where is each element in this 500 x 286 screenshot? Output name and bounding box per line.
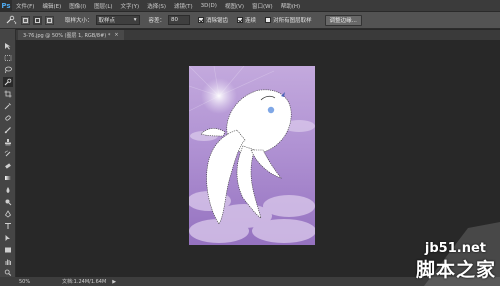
clone-stamp-icon[interactable] <box>3 137 13 147</box>
marquee-icon[interactable] <box>3 53 13 63</box>
zoom-icon[interactable] <box>3 269 13 276</box>
antialias-checkbox[interactable]: 消除锯齿 <box>198 16 228 24</box>
blur-icon[interactable] <box>3 185 13 195</box>
sample-size-value: 取样点 <box>98 18 116 24</box>
close-icon[interactable]: × <box>114 32 118 38</box>
photoshop-logo: Ps <box>0 0 12 12</box>
eraser-icon[interactable] <box>3 161 13 171</box>
document-tab[interactable]: 3-76.jpg @ 50% (图层 1, RGB/8#) * × <box>18 30 124 40</box>
menu-select[interactable]: 选择(S) <box>143 2 170 10</box>
quick-selection-icon <box>6 15 17 25</box>
brush-icon[interactable] <box>3 125 13 135</box>
checkbox-checked-icon <box>198 17 205 23</box>
quick-selection-icon[interactable] <box>3 77 13 87</box>
tool-preset-picker[interactable] <box>4 15 18 26</box>
menu-help[interactable]: 帮助(H) <box>277 2 304 10</box>
crop-icon[interactable] <box>3 89 13 99</box>
path-selection-icon[interactable] <box>3 233 13 243</box>
menu-layer[interactable]: 图层(L) <box>90 2 116 10</box>
antialias-label: 消除锯齿 <box>206 18 229 24</box>
watermark-name: 脚本之家 <box>415 259 496 281</box>
zoom-level[interactable]: 50% <box>0 279 60 285</box>
tolerance-input[interactable]: 80 <box>168 15 191 25</box>
document-tab-title: 3-76.jpg @ 50% (图层 1, RGB/8#) * <box>23 32 111 39</box>
hand-icon[interactable] <box>3 257 13 267</box>
subtract-from-selection-button[interactable] <box>45 15 54 25</box>
lasso-icon[interactable] <box>3 65 13 75</box>
document-image <box>189 66 315 245</box>
menu-edit[interactable]: 编辑(E) <box>38 2 65 10</box>
menu-type[interactable]: 文字(Y) <box>117 2 144 10</box>
bird-eye <box>267 106 275 114</box>
pen-icon[interactable] <box>3 209 13 219</box>
sample-all-layers-label: 对所有图层取样 <box>273 18 312 24</box>
history-brush-icon[interactable] <box>3 149 13 159</box>
status-menu-arrow-icon[interactable]: ▶ <box>112 279 116 285</box>
eyedropper-icon[interactable] <box>3 101 13 111</box>
menu-3d[interactable]: 3D(D) <box>197 3 221 9</box>
sample-all-layers-checkbox[interactable]: 对所有图层取样 <box>265 16 312 24</box>
menu-file[interactable]: 文件(F) <box>12 2 38 10</box>
menu-view[interactable]: 视图(V) <box>221 2 248 10</box>
new-selection-button[interactable] <box>21 15 30 25</box>
add-to-selection-button[interactable] <box>33 15 42 25</box>
checkbox-unchecked-icon <box>265 17 272 23</box>
sample-size-select[interactable]: 取样点 ▾ <box>95 15 140 25</box>
watermark: jb51.net 脚本之家 <box>350 222 500 286</box>
type-icon[interactable] <box>3 221 13 231</box>
watermark-site: jb51.net <box>424 241 486 256</box>
healing-brush-icon[interactable] <box>3 113 13 123</box>
menu-bar: Ps 文件(F) 编辑(E) 图像(I) 图层(L) 文字(Y) 选择(S) 滤… <box>0 0 500 12</box>
document-size: 文档:1.24M/1.64M <box>62 279 107 285</box>
dodge-icon[interactable] <box>3 197 13 207</box>
contiguous-checkbox[interactable]: 连续 <box>237 16 256 24</box>
sample-size-label: 取样大小： <box>65 18 93 24</box>
chevron-down-icon: ▾ <box>133 17 137 23</box>
refine-edge-button[interactable]: 调整边缘... <box>324 14 362 26</box>
gradient-icon[interactable] <box>3 173 13 183</box>
checkbox-checked-icon <box>237 17 244 23</box>
contiguous-label: 连续 <box>245 18 257 24</box>
menu-window[interactable]: 窗口(W) <box>248 2 277 10</box>
options-bar: 取样大小： 取样点 ▾ 容差： 80 消除锯齿 连续 对所有图层取样 调整边缘.… <box>0 12 500 29</box>
document-canvas[interactable] <box>189 66 315 245</box>
menu-filter[interactable]: 滤镜(T) <box>170 2 197 10</box>
move-icon[interactable] <box>3 41 13 51</box>
menu-image[interactable]: 图像(I) <box>65 2 90 10</box>
tools-panel <box>0 29 16 277</box>
tolerance-label: 容差： <box>148 18 166 24</box>
shape-icon[interactable] <box>3 245 13 255</box>
